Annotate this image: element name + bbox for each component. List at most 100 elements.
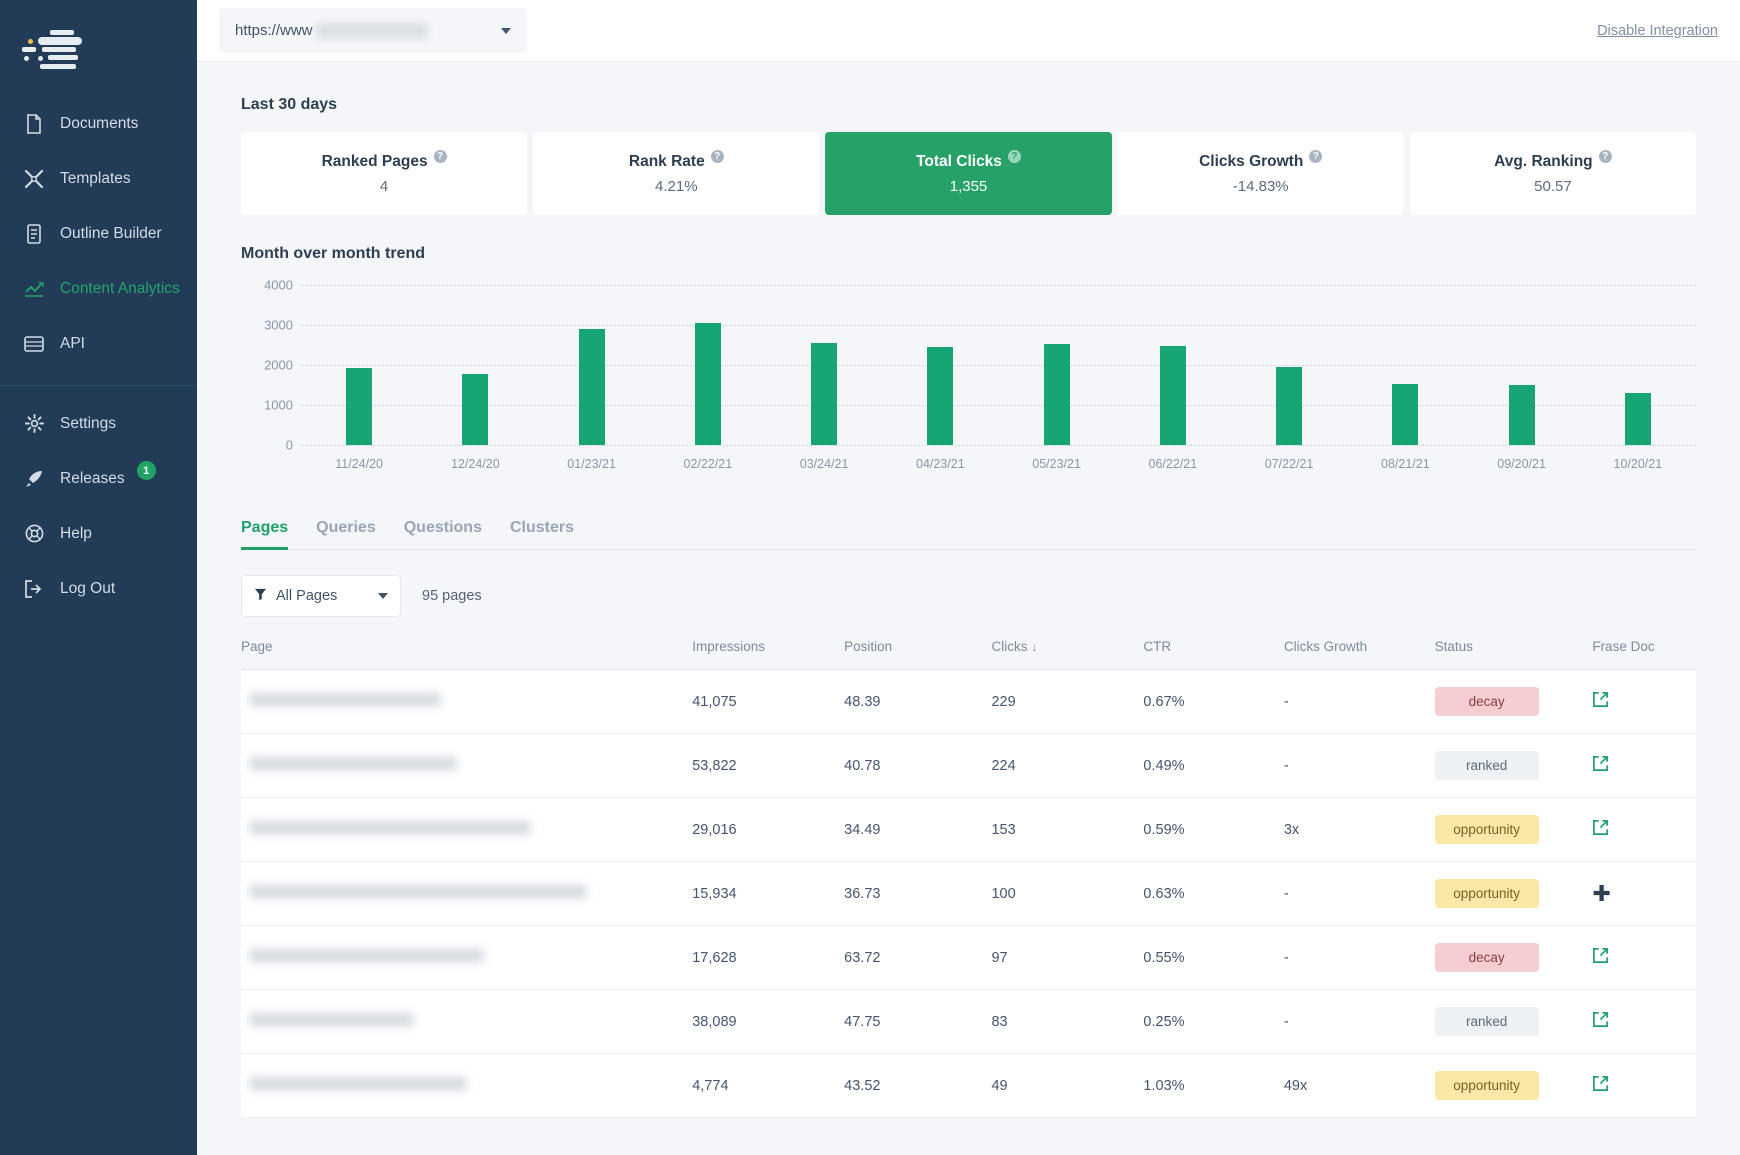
chart-bar-cell[interactable]	[1464, 285, 1580, 445]
main-panel: https://www Disable Integration Last 30 …	[197, 0, 1740, 1155]
table-row[interactable]: 38,08947.75830.25%-ranked	[241, 990, 1696, 1054]
metric-value: 4	[380, 178, 388, 195]
cell-page[interactable]	[241, 862, 692, 926]
page-url-redacted	[249, 693, 441, 706]
chart-bar[interactable]	[1160, 346, 1186, 445]
chart-bar-cell[interactable]	[766, 285, 882, 445]
column-header-clicks-growth[interactable]: Clicks Growth	[1284, 639, 1435, 670]
column-header-ctr[interactable]: CTR	[1143, 639, 1283, 670]
cell-page[interactable]	[241, 670, 692, 734]
plus-icon[interactable]: ✚	[1592, 881, 1610, 906]
metric-value: 50.57	[1534, 178, 1572, 195]
chart-bar-cell[interactable]	[882, 285, 998, 445]
cell-frase-doc[interactable]	[1592, 798, 1696, 862]
page-url-redacted	[249, 1013, 414, 1026]
cell-frase-doc[interactable]	[1592, 1054, 1696, 1118]
sidebar-item-settings[interactable]: Settings	[0, 396, 197, 451]
cell-clicks: 224	[991, 734, 1143, 798]
tab-clusters[interactable]: Clusters	[496, 519, 588, 549]
help-tooltip-icon[interactable]: ?	[434, 150, 447, 163]
external-link-icon[interactable]	[1592, 947, 1609, 968]
pages-filter-select[interactable]: All Pages	[241, 575, 401, 617]
chart-x-tick: 08/21/21	[1347, 457, 1463, 471]
chart-bar-cell[interactable]	[1115, 285, 1231, 445]
logo-wrap[interactable]	[0, 14, 197, 88]
chart-bar-cell[interactable]	[1580, 285, 1696, 445]
help-tooltip-icon[interactable]: ?	[1599, 150, 1612, 163]
sidebar-item-help[interactable]: Help	[0, 506, 197, 561]
sidebar-item-documents[interactable]: Documents	[0, 96, 197, 151]
disable-integration-link[interactable]: Disable Integration	[1597, 23, 1718, 39]
metric-card-avg-ranking[interactable]: Avg. Ranking? 50.57	[1410, 132, 1696, 215]
chart-y-tick: 1000	[241, 398, 293, 413]
chart-bar[interactable]	[1392, 384, 1418, 445]
cell-page[interactable]	[241, 734, 692, 798]
chart-bar-cell[interactable]	[301, 285, 417, 445]
table-row[interactable]: 41,07548.392290.67%-decay	[241, 670, 1696, 734]
chart-bar-cell[interactable]	[999, 285, 1115, 445]
cell-frase-doc[interactable]	[1592, 670, 1696, 734]
chart-bar[interactable]	[1509, 385, 1535, 445]
chart-bar-cell[interactable]	[1231, 285, 1347, 445]
metric-card-clicks-growth[interactable]: Clicks Growth? -14.83%	[1118, 132, 1404, 215]
external-link-icon[interactable]	[1592, 755, 1609, 776]
chart-bar[interactable]	[1276, 367, 1302, 445]
table-row[interactable]: 29,01634.491530.59%3xopportunity	[241, 798, 1696, 862]
table-row[interactable]: 53,82240.782240.49%-ranked	[241, 734, 1696, 798]
sidebar-item-content-analytics[interactable]: Content Analytics	[0, 261, 197, 316]
site-url-select[interactable]: https://www	[219, 8, 527, 53]
column-header-position[interactable]: Position	[844, 639, 991, 670]
external-link-icon[interactable]	[1592, 1075, 1609, 1096]
chart-bar[interactable]	[1044, 344, 1070, 445]
chart-bar[interactable]	[462, 374, 488, 445]
chart-bar[interactable]	[927, 347, 953, 445]
table-head: Page Impressions Position Clicks↓ CTR Cl…	[241, 639, 1696, 670]
column-header-page[interactable]: Page	[241, 639, 692, 670]
metric-label: Total Clicks	[916, 153, 1002, 171]
table-row[interactable]: 17,62863.72970.55%-decay	[241, 926, 1696, 990]
table-row[interactable]: 4,77443.52491.03%49xopportunity	[241, 1054, 1696, 1118]
external-link-icon[interactable]	[1592, 691, 1609, 712]
tab-questions[interactable]: Questions	[390, 519, 496, 549]
help-tooltip-icon[interactable]: ?	[1309, 150, 1322, 163]
sidebar-item-releases[interactable]: Releases 1	[0, 451, 197, 506]
sidebar-item-label: Settings	[60, 415, 116, 433]
chart-bar-cell[interactable]	[650, 285, 766, 445]
tab-queries[interactable]: Queries	[302, 519, 390, 549]
chart-bar-cell[interactable]	[417, 285, 533, 445]
cell-frase-doc[interactable]	[1592, 926, 1696, 990]
chart-bar[interactable]	[346, 368, 372, 445]
chart-bar-cell[interactable]	[1347, 285, 1463, 445]
cell-page[interactable]	[241, 798, 692, 862]
sidebar-item-templates[interactable]: Templates	[0, 151, 197, 206]
help-tooltip-icon[interactable]: ?	[1008, 150, 1021, 163]
metric-card-total-clicks[interactable]: Total Clicks? 1,355	[825, 132, 1111, 215]
chart-bar[interactable]	[811, 343, 837, 445]
column-header-frase-doc[interactable]: Frase Doc	[1592, 639, 1696, 670]
cell-page[interactable]	[241, 990, 692, 1054]
metric-card-rank-rate[interactable]: Rank Rate? 4.21%	[533, 132, 819, 215]
sidebar-item-outline-builder[interactable]: Outline Builder	[0, 206, 197, 261]
sidebar-item-log-out[interactable]: Log Out	[0, 561, 197, 616]
chart-bar-cell[interactable]	[534, 285, 650, 445]
column-header-status[interactable]: Status	[1435, 639, 1593, 670]
cell-page[interactable]	[241, 1054, 692, 1118]
cell-frase-doc[interactable]: ✚	[1592, 862, 1696, 926]
cell-page[interactable]	[241, 926, 692, 990]
sidebar-item-api[interactable]: API	[0, 316, 197, 371]
cell-frase-doc[interactable]	[1592, 734, 1696, 798]
cell-frase-doc[interactable]	[1592, 990, 1696, 1054]
cell-position: 63.72	[844, 926, 991, 990]
metric-card-ranked-pages[interactable]: Ranked Pages? 4	[241, 132, 527, 215]
chart-bar[interactable]	[1625, 393, 1651, 445]
external-link-icon[interactable]	[1592, 819, 1609, 840]
tab-pages[interactable]: Pages	[241, 519, 302, 549]
help-tooltip-icon[interactable]: ?	[711, 150, 724, 163]
column-header-impressions[interactable]: Impressions	[692, 639, 844, 670]
column-header-clicks[interactable]: Clicks↓	[991, 639, 1143, 670]
external-link-icon[interactable]	[1592, 1011, 1609, 1032]
cell-ctr: 0.55%	[1143, 926, 1283, 990]
table-row[interactable]: 15,93436.731000.63%-opportunity✚	[241, 862, 1696, 926]
chart-bar[interactable]	[695, 323, 721, 445]
chart-bar[interactable]	[579, 329, 605, 445]
